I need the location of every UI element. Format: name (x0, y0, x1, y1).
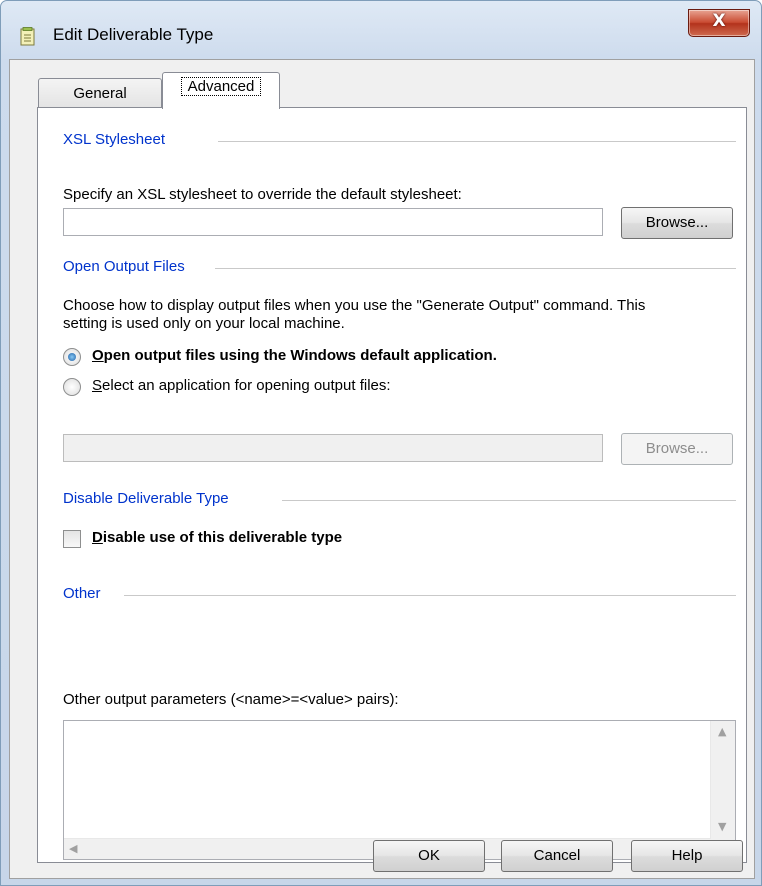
disable-text: isable use of this deliverable type (102, 529, 343, 546)
radio-default-application[interactable] (63, 348, 81, 366)
xsl-section-divider (218, 141, 736, 142)
vertical-scrollbar[interactable]: ▲ ▼ (710, 721, 735, 841)
tab-panel-advanced: XSL Stylesheet Specify an XSL stylesheet… (37, 107, 747, 863)
radio-select-application-label[interactable]: Select an application for opening output… (92, 377, 391, 394)
output-section-heading: Open Output Files (63, 258, 185, 275)
help-button[interactable]: Help (631, 840, 743, 872)
radio-default-accel: O (92, 347, 104, 364)
ok-button[interactable]: OK (373, 840, 485, 872)
document-icon (20, 27, 35, 46)
output-description-line1: Choose how to display output files when … (63, 297, 646, 314)
radio-default-text: pen output files using the Windows defau… (103, 347, 497, 364)
scroll-left-arrow-icon[interactable]: ◀ (69, 842, 77, 855)
other-section-heading: Other (63, 585, 101, 602)
radio-select-application[interactable] (63, 378, 81, 396)
disable-accel: D (92, 529, 103, 546)
close-button[interactable]: X (688, 9, 750, 37)
xsl-prompt: Specify an XSL stylesheet to override th… (63, 186, 462, 203)
other-parameters-textarea[interactable]: ▲ ▼ ◀ ▶ (63, 720, 736, 860)
window-title: Edit Deliverable Type (53, 25, 214, 44)
application-path-input (63, 434, 603, 462)
other-section-divider (124, 595, 736, 596)
application-browse-button: Browse... (621, 433, 733, 465)
scroll-up-arrow-icon[interactable]: ▲ (718, 725, 726, 738)
radio-select-accel: S (92, 377, 103, 394)
title-bar[interactable]: Edit Deliverable Type X (1, 1, 761, 59)
dialog-client-area: General Advanced XSL Stylesheet Specify … (9, 59, 755, 879)
tab-advanced[interactable]: Advanced (162, 72, 280, 109)
scroll-down-arrow-icon[interactable]: ▼ (718, 820, 726, 833)
tab-advanced-label: Advanced (180, 77, 262, 96)
disable-deliverable-checkbox[interactable] (63, 530, 81, 548)
dialog-window: Edit Deliverable Type X General Advanced… (0, 0, 762, 886)
disable-section-heading: Disable Deliverable Type (63, 490, 229, 507)
tab-general-label: General (73, 85, 127, 102)
disable-section-divider (282, 500, 736, 501)
output-section-divider (215, 268, 736, 269)
tab-general[interactable]: General (38, 78, 162, 107)
disable-deliverable-label[interactable]: Disable use of this deliverable type (92, 529, 342, 546)
radio-default-application-label[interactable]: Open output files using the Windows defa… (92, 347, 497, 364)
radio-select-text: elect an application for opening output … (102, 377, 391, 394)
xsl-browse-button[interactable]: Browse... (621, 207, 733, 239)
xsl-section-heading: XSL Stylesheet (63, 131, 166, 148)
other-parameters-prompt: Other output parameters (<name>=<value> … (63, 691, 399, 708)
xsl-stylesheet-input[interactable] (63, 208, 603, 236)
cancel-button[interactable]: Cancel (501, 840, 613, 872)
close-icon: X (712, 11, 726, 31)
output-description-line2: setting is used only on your local machi… (63, 315, 345, 332)
